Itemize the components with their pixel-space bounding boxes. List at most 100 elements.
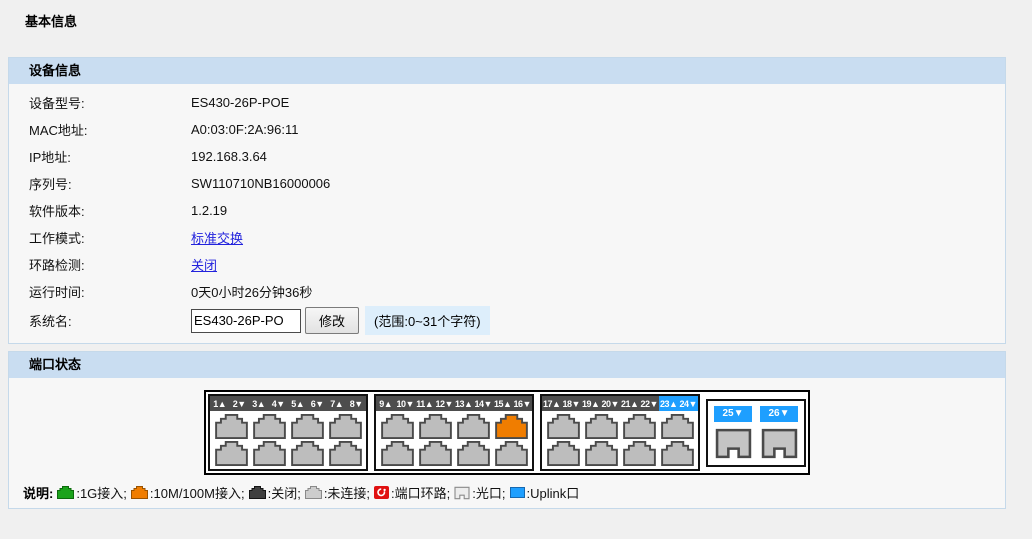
- 1g-icon: [57, 486, 74, 499]
- 100m-icon: [131, 486, 148, 499]
- system-name-hint: (范围:0~31个字符): [365, 306, 490, 335]
- port-row-bottom: [378, 441, 530, 466]
- legend-item-loop: :端口环路;: [374, 483, 450, 502]
- port-24-label: 24▼: [679, 396, 699, 411]
- port-26-sfp-icon: [761, 427, 798, 460]
- port-status-header: 端口状态: [9, 352, 1005, 378]
- port-6-rj45-icon: [291, 441, 324, 466]
- legend-text-off: :关闭;: [268, 483, 301, 502]
- port-20-label: 20▼: [601, 396, 621, 411]
- loop-detection-label: 环路检测:: [9, 255, 191, 274]
- port-12-label: 12▼: [435, 396, 455, 411]
- port-5-label: 5▲: [288, 396, 308, 411]
- port-7-rj45-icon: [329, 414, 362, 439]
- modify-button[interactable]: 修改: [305, 307, 359, 334]
- legend-text-fiber: :光口;: [472, 483, 505, 502]
- port-6-label: 6▼: [308, 396, 328, 411]
- software-version-value: 1.2.19: [191, 203, 227, 218]
- port-3-rj45-icon: [253, 414, 286, 439]
- fiber-port-box: 25▼ 26▼: [706, 399, 806, 467]
- port-11-label: 11▲: [415, 396, 435, 411]
- port-12-rj45-icon: [419, 441, 452, 466]
- port-group-3-header: 17▲18▼19▲20▼21▲22▼23▲24▼: [542, 396, 698, 411]
- port-22-rj45-icon: [623, 441, 656, 466]
- fiber-icon: [454, 486, 470, 500]
- port-3-label: 3▲: [249, 396, 269, 411]
- info-row-ip-address: IP地址:192.168.3.64: [9, 143, 1005, 170]
- info-row-system-name: 系统名: 修改(范围:0~31个字符): [9, 305, 1005, 336]
- legend-item-100m: :10M/100M接入;: [131, 483, 245, 502]
- port-9-rj45-icon: [381, 414, 414, 439]
- legend-title: 说明:: [23, 483, 53, 502]
- serial-number-label: 序列号:: [9, 174, 191, 193]
- port-row-top: [212, 414, 364, 439]
- port-group-2-grid: [376, 411, 532, 469]
- legend-text-loop: :端口环路;: [391, 483, 450, 502]
- port-13-rj45-icon: [457, 414, 490, 439]
- port-4-rj45-icon: [253, 441, 286, 466]
- port-18-label: 18▼: [562, 396, 582, 411]
- system-name-label: 系统名:: [9, 311, 191, 330]
- port-19-label: 19▲: [581, 396, 601, 411]
- serial-number-value: SW110710NB16000006: [191, 176, 330, 191]
- port-21-rj45-icon: [623, 414, 656, 439]
- port-5-rj45-icon: [291, 414, 324, 439]
- loop-detection-link[interactable]: 关闭: [191, 255, 217, 274]
- port-2-label: 2▼: [230, 396, 250, 411]
- port-group-2: 9▲10▼11▲12▼13▲14▼15▲16▼: [374, 394, 534, 471]
- port-15-rj45-icon: [495, 414, 528, 439]
- port-status-panel: 端口状态 1▲2▼3▲4▼5▲6▼7▲8▼ 9▲10▼11▲12▼13▲14▼15…: [8, 351, 1006, 509]
- port-group-3: 17▲18▼19▲20▼21▲22▼23▲24▼: [540, 394, 700, 471]
- port-16-label: 16▼: [513, 396, 533, 411]
- device-info-header: 设备信息: [9, 58, 1005, 84]
- device-model-label: 设备型号:: [9, 93, 191, 112]
- work-mode-link[interactable]: 标准交换: [191, 228, 243, 247]
- port-19-rj45-icon: [585, 414, 618, 439]
- mac-address-value: A0:03:0F:2A:96:11: [191, 122, 298, 137]
- port-15-label: 15▲: [493, 396, 513, 411]
- port-22-label: 22▼: [640, 396, 660, 411]
- port-group-1-header: 1▲2▼3▲4▼5▲6▼7▲8▼: [210, 396, 366, 411]
- port-10-label: 10▼: [396, 396, 416, 411]
- port-4-label: 4▼: [269, 396, 289, 411]
- port-group-1: 1▲2▼3▲4▼5▲6▼7▲8▼: [208, 394, 368, 471]
- port-10-rj45-icon: [381, 441, 414, 466]
- legend-item-fiber: :光口;: [454, 483, 505, 502]
- port-25-label: 25▼: [714, 406, 752, 422]
- legend-item-uplink: :Uplink口: [510, 483, 580, 502]
- port-14-rj45-icon: [457, 441, 490, 466]
- ip-address-value: 192.168.3.64: [191, 149, 267, 164]
- info-row-uptime: 运行时间:0天0小时26分钟36秒: [9, 278, 1005, 305]
- loop-icon: [374, 486, 389, 499]
- fiber-port-25: 25▼: [714, 406, 752, 460]
- port-legend: 说明: :1G接入;:10M/100M接入; :关闭; :未连接; :端口环路; :光口…: [23, 483, 1005, 502]
- port-14-label: 14▼: [474, 396, 494, 411]
- legend-item-disconnected: :未连接;: [305, 483, 370, 502]
- uptime-label: 运行时间:: [9, 282, 191, 301]
- port-16-rj45-icon: [495, 441, 528, 466]
- legend-text-1g: :1G接入;: [76, 483, 127, 502]
- port-1-label: 1▲: [210, 396, 230, 411]
- port-group-2-header: 9▲10▼11▲12▼13▲14▼15▲16▼: [376, 396, 532, 411]
- device-info-body: 设备型号:ES430-26P-POE MAC地址:A0:03:0F:2A:96:1…: [9, 84, 1005, 343]
- port-26-label: 26▼: [760, 406, 798, 422]
- legend-text-uplink: :Uplink口: [527, 483, 580, 502]
- legend-text-disconnected: :未连接;: [324, 483, 370, 502]
- port-panel: 1▲2▼3▲4▼5▲6▼7▲8▼9▲10▼11▲12▼13▲14▼15▲16▼1…: [204, 390, 810, 475]
- system-name-input[interactable]: [191, 309, 301, 333]
- port-18-rj45-icon: [547, 441, 580, 466]
- port-23-label: 23▲: [659, 396, 679, 411]
- fiber-port-26: 26▼: [760, 406, 798, 460]
- device-info-panel: 设备信息 设备型号:ES430-26P-POE MAC地址:A0:03:0F:2A…: [8, 57, 1006, 344]
- port-8-rj45-icon: [329, 441, 362, 466]
- port-row-bottom: [212, 441, 364, 466]
- mac-address-label: MAC地址:: [9, 120, 191, 139]
- info-row-software-version: 软件版本:1.2.19: [9, 197, 1005, 224]
- software-version-label: 软件版本:: [9, 201, 191, 220]
- port-1-rj45-icon: [215, 414, 248, 439]
- port-21-label: 21▲: [620, 396, 640, 411]
- ip-address-label: IP地址:: [9, 147, 191, 166]
- port-17-label: 17▲: [542, 396, 562, 411]
- off-icon: [249, 486, 266, 499]
- info-row-device-model: 设备型号:ES430-26P-POE: [9, 89, 1005, 116]
